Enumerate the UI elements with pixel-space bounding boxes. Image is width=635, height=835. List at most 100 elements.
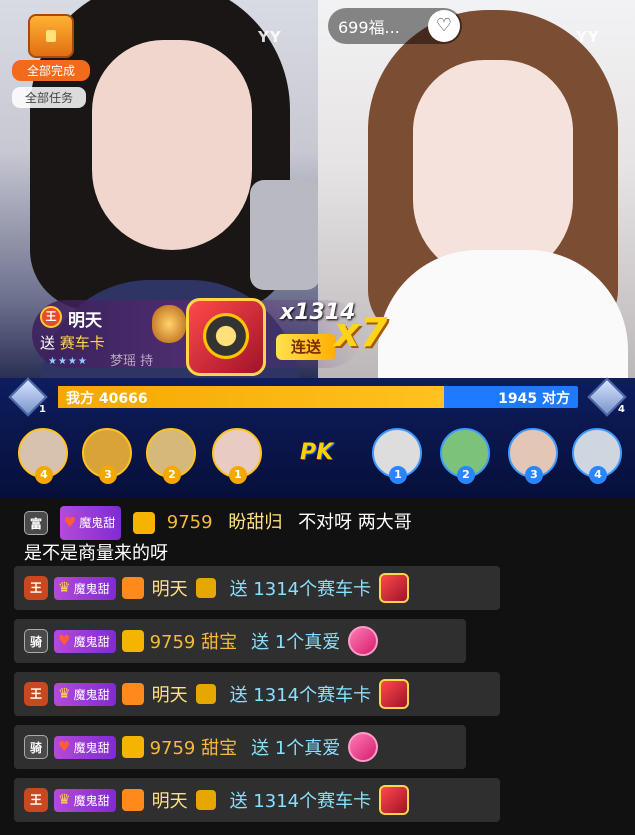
chat-message: 王 ♛ 魔鬼甜 明天 送 1314个赛车卡: [14, 672, 500, 716]
fan-tag: ♛ 魔鬼甜: [54, 788, 116, 812]
gift-action-text: 送 1314个赛车卡: [229, 685, 372, 706]
king-badge-icon: 王: [24, 576, 48, 600]
crown-icon: ♛: [58, 792, 71, 808]
king-badge-icon: 王: [40, 306, 62, 328]
gift-send-line: 送 赛车卡: [40, 332, 105, 353]
user-name[interactable]: 明天: [152, 575, 188, 601]
left-rank-icon[interactable]: 1: [8, 377, 48, 417]
left-rank-number: 1: [39, 404, 46, 415]
gift-action-text: 送 1个真爱: [251, 738, 341, 759]
gift-sender-name: 明天: [68, 311, 102, 331]
fan-tag-label: 魔鬼甜: [73, 634, 110, 649]
level-badge-icon: 富: [24, 511, 48, 535]
fan-tag-label: 魔鬼甜: [73, 793, 110, 808]
right-seat-avatar[interactable]: 1: [372, 428, 422, 484]
left-score-label: 我方 40666: [66, 391, 148, 407]
medal-icon: [195, 578, 216, 598]
fan-tag: ♛ 魔鬼甜: [54, 682, 116, 706]
user-name[interactable]: 9759 甜宝: [150, 734, 238, 760]
race-card-gift-icon: [186, 298, 266, 376]
task-done-label[interactable]: 全部完成: [12, 60, 90, 81]
seat-number: 4: [35, 466, 53, 484]
right-rank-icon[interactable]: 4: [587, 377, 627, 417]
seat-number: 2: [457, 466, 475, 484]
pk-score-bar: 我方 40666 1945 对方: [58, 386, 578, 408]
right-seat-avatar[interactable]: 4: [572, 428, 622, 484]
crown-icon: ♛: [58, 686, 71, 702]
microphone: [250, 180, 318, 290]
chat-message: 骑 ♥ 魔鬼甜 9759 甜宝 送 1个真爱: [14, 725, 466, 769]
seat-number: 2: [163, 466, 181, 484]
heart-icon: ♥: [58, 739, 71, 755]
anchor-face: [92, 40, 252, 250]
star-rating-icon: ★★★★: [48, 356, 88, 367]
king-badge-icon: 王: [24, 682, 48, 706]
user-name[interactable]: 盼甜归: [228, 512, 282, 533]
fan-tag: ♥ 魔鬼甜: [54, 629, 116, 653]
fan-tag-label: 魔鬼甜: [73, 581, 110, 596]
combo-multiplier: x7: [334, 310, 388, 356]
medal-icon: [195, 790, 216, 810]
right-seat-avatar[interactable]: 3: [508, 428, 558, 484]
fan-tag: ♥ 魔鬼甜: [59, 506, 122, 540]
right-rank-number: 4: [618, 404, 625, 415]
seat-number: 4: [589, 466, 607, 484]
shirt-icon: [121, 789, 144, 811]
task-widget[interactable]: 全部完成 全部任务: [12, 14, 90, 108]
fan-tag-label: 魔鬼甜: [73, 740, 110, 755]
true-love-gift-icon: [348, 732, 379, 762]
user-name[interactable]: 明天: [152, 787, 188, 813]
seat-number: 3: [525, 466, 543, 484]
gift-action-text: 送 1314个赛车卡: [229, 791, 372, 812]
knight-badge-icon: 骑: [24, 629, 48, 653]
user-name[interactable]: 明天: [152, 681, 188, 707]
left-seat-avatar[interactable]: 3: [82, 428, 132, 484]
chat-message: 王 ♛ 魔鬼甜 明天 送 1314个赛车卡: [14, 778, 500, 822]
chat-message: 骑 ♥ 魔鬼甜 9759 甜宝 送 1个真爱: [14, 619, 466, 663]
right-seat-avatar[interactable]: 2: [440, 428, 490, 484]
chat-message: 富 ♥ 魔鬼甜 9759 盼甜归 不对呀 两大哥 是不是商量来的呀: [24, 506, 484, 568]
pk-panel: 1 我方 40666 1945 对方 4 4 3 2 1 PK 1 2 3 4: [0, 377, 635, 498]
true-love-gift-icon: [348, 626, 379, 656]
knight-badge-icon: 骑: [24, 735, 48, 759]
shirt-icon: [121, 736, 144, 758]
pk-video-area: YY YY 全部完成 全部任务 699福... ♡ 王 明天 送 赛车卡 ★★★…: [0, 0, 635, 378]
shirt-icon: [133, 512, 156, 534]
user-number: 9759: [166, 512, 213, 533]
anchor-info-pill[interactable]: 699福... ♡: [328, 8, 462, 44]
anchor-info-text: 699福...: [338, 18, 400, 37]
fan-tag: ♥ 魔鬼甜: [54, 735, 116, 759]
fan-tag: ♛ 魔鬼甜: [54, 576, 116, 600]
combo-label: 连送: [276, 334, 336, 360]
chat-feed[interactable]: 富 ♥ 魔鬼甜 9759 盼甜归 不对呀 两大哥 是不是商量来的呀 王 ♛ 魔鬼甜 …: [0, 498, 635, 835]
yy-watermark: YY: [576, 28, 600, 46]
message-text: 不对呀 两大哥: [298, 512, 412, 533]
seat-number: 3: [99, 466, 117, 484]
medal-icon: [195, 684, 216, 704]
yy-watermark: YY: [258, 28, 282, 46]
gift-action-text: 送 1314个赛车卡: [229, 579, 372, 600]
heart-icon: ♥: [58, 633, 71, 649]
anchor-face: [413, 60, 573, 280]
seat-number: 1: [229, 466, 247, 484]
message-text: 是不是商量来的呀: [24, 543, 168, 564]
right-score-label: 1945 对方: [498, 391, 570, 407]
chat-message: 王 ♛ 魔鬼甜 明天 送 1314个赛车卡: [14, 566, 500, 610]
race-card-gift-icon: [379, 679, 410, 709]
king-badge-icon: 王: [24, 788, 48, 812]
gift-action-text: 送 1个真爱: [251, 632, 341, 653]
crown-icon: ♛: [58, 580, 71, 596]
potion-icon: [152, 305, 186, 343]
shirt-icon: [121, 683, 144, 705]
left-seat-avatar[interactable]: 4: [18, 428, 68, 484]
race-card-gift-icon: [379, 785, 410, 815]
left-seat-avatar[interactable]: 1: [212, 428, 262, 484]
follow-heart-icon[interactable]: ♡: [428, 10, 460, 42]
left-seat-avatar[interactable]: 2: [146, 428, 196, 484]
all-tasks-button[interactable]: 全部任务: [12, 87, 86, 108]
gift-ticker: 梦瑶 持: [110, 354, 154, 369]
user-name[interactable]: 9759 甜宝: [150, 628, 238, 654]
pk-label: PK: [300, 440, 334, 465]
treasure-chest-icon[interactable]: [28, 14, 74, 58]
shirt-icon: [121, 630, 144, 652]
